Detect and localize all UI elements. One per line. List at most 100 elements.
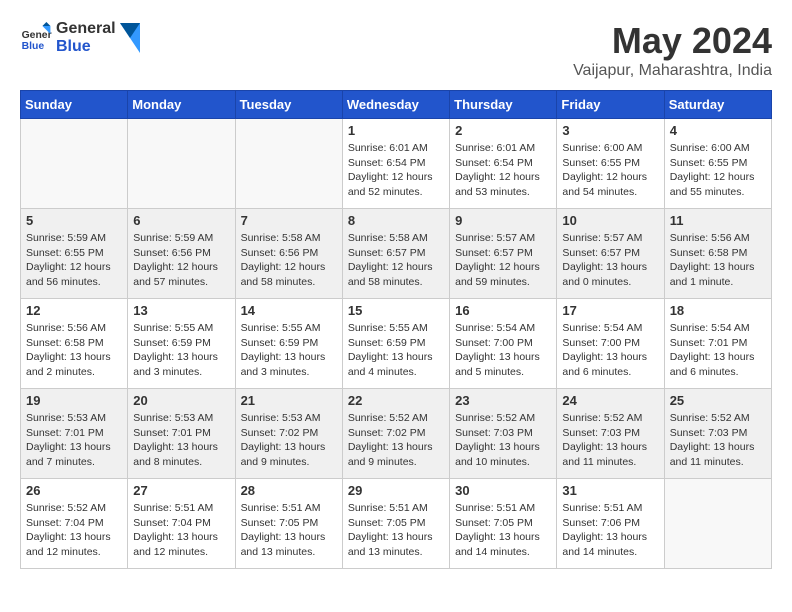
column-header-monday: Monday — [128, 91, 235, 119]
cell-info: Sunrise: 5:55 AMSunset: 6:59 PMDaylight:… — [348, 321, 444, 380]
day-number: 15 — [348, 303, 444, 318]
calendar-cell: 28 Sunrise: 5:51 AMSunset: 7:05 PMDayligh… — [235, 479, 342, 569]
day-number: 18 — [670, 303, 766, 318]
calendar-cell: 12Sunrise: 5:56 AMSunset: 6:58 PMDayligh… — [21, 299, 128, 389]
day-number: 5 — [26, 213, 122, 228]
cell-info: Sunrise: 5:59 AMSunset: 6:56 PMDaylight:… — [133, 231, 229, 290]
day-number: 14 — [241, 303, 337, 318]
calendar-cell — [235, 119, 342, 209]
day-number: 22 — [348, 393, 444, 408]
day-number: 7 — [241, 213, 337, 228]
column-header-tuesday: Tuesday — [235, 91, 342, 119]
calendar-cell: 30 Sunrise: 5:51 AMSunset: 7:05 PMDayligh… — [450, 479, 557, 569]
cell-info: Sunrise: 5:56 AMSunset: 6:58 PMDaylight:… — [670, 231, 766, 290]
day-number: 25 — [670, 393, 766, 408]
day-number: 4 — [670, 123, 766, 138]
svg-text:Blue: Blue — [22, 41, 45, 52]
calendar-cell: 22 Sunrise: 5:52 AMSunset: 7:02 PMDayligh… — [342, 389, 449, 479]
column-header-sunday: Sunday — [21, 91, 128, 119]
calendar-cell — [128, 119, 235, 209]
day-number: 13 — [133, 303, 229, 318]
calendar-cell: 31 Sunrise: 5:51 AMSunset: 7:06 PMDayligh… — [557, 479, 664, 569]
day-number: 21 — [241, 393, 337, 408]
column-header-thursday: Thursday — [450, 91, 557, 119]
column-header-friday: Friday — [557, 91, 664, 119]
calendar-cell: 11 Sunrise: 5:56 AMSunset: 6:58 PMDayligh… — [664, 209, 771, 299]
cell-info: Sunrise: 5:53 AMSunset: 7:01 PMDaylight:… — [133, 411, 229, 470]
day-number: 31 — [562, 483, 658, 498]
day-number: 1 — [348, 123, 444, 138]
calendar-cell: 24Sunrise: 5:52 AMSunset: 7:03 PMDayligh… — [557, 389, 664, 479]
day-number: 8 — [348, 213, 444, 228]
calendar-cell: 6 Sunrise: 5:59 AMSunset: 6:56 PMDaylight… — [128, 209, 235, 299]
calendar-cell: 2 Sunrise: 6:01 AMSunset: 6:54 PMDaylight… — [450, 119, 557, 209]
calendar-cell: 15 Sunrise: 5:55 AMSunset: 6:59 PMDayligh… — [342, 299, 449, 389]
calendar-cell: 9 Sunrise: 5:57 AMSunset: 6:57 PMDaylight… — [450, 209, 557, 299]
day-number: 27 — [133, 483, 229, 498]
cell-info: Sunrise: 5:57 AMSunset: 6:57 PMDaylight:… — [562, 231, 658, 290]
day-number: 11 — [670, 213, 766, 228]
column-header-saturday: Saturday — [664, 91, 771, 119]
cell-info: Sunrise: 5:51 AMSunset: 7:05 PMDaylight:… — [348, 501, 444, 560]
day-number: 16 — [455, 303, 551, 318]
day-number: 2 — [455, 123, 551, 138]
day-number: 29 — [348, 483, 444, 498]
day-number: 26 — [26, 483, 122, 498]
cell-info: Sunrise: 5:51 AMSunset: 7:05 PMDaylight:… — [455, 501, 551, 560]
calendar-week-row: 5 Sunrise: 5:59 AMSunset: 6:55 PMDaylight… — [21, 209, 772, 299]
cell-info: Sunrise: 5:57 AMSunset: 6:57 PMDaylight:… — [455, 231, 551, 290]
cell-info: Sunrise: 5:53 AMSunset: 7:02 PMDaylight:… — [241, 411, 337, 470]
cell-info: Sunrise: 5:51 AMSunset: 7:04 PMDaylight:… — [133, 501, 229, 560]
cell-info: Sunrise: 5:53 AMSunset: 7:01 PMDaylight:… — [26, 411, 122, 470]
cell-info: Sunrise: 5:55 AMSunset: 6:59 PMDaylight:… — [241, 321, 337, 380]
cell-info: Sunrise: 6:01 AMSunset: 6:54 PMDaylight:… — [455, 141, 551, 200]
month-year-title: May 2024 — [573, 20, 772, 62]
cell-info: Sunrise: 5:52 AMSunset: 7:04 PMDaylight:… — [26, 501, 122, 560]
calendar-week-row: 26 Sunrise: 5:52 AMSunset: 7:04 PMDayligh… — [21, 479, 772, 569]
logo-arrow-icon — [120, 23, 140, 53]
calendar-header-row: SundayMondayTuesdayWednesdayThursdayFrid… — [21, 91, 772, 119]
cell-info: Sunrise: 6:00 AMSunset: 6:55 PMDaylight:… — [670, 141, 766, 200]
calendar-cell: 25Sunrise: 5:52 AMSunset: 7:03 PMDayligh… — [664, 389, 771, 479]
page-header: General Blue General Blue May 2024 Vaija… — [20, 20, 772, 80]
calendar-cell: 5 Sunrise: 5:59 AMSunset: 6:55 PMDaylight… — [21, 209, 128, 299]
cell-info: Sunrise: 5:51 AMSunset: 7:06 PMDaylight:… — [562, 501, 658, 560]
cell-info: Sunrise: 5:56 AMSunset: 6:58 PMDaylight:… — [26, 321, 122, 380]
calendar-cell: 21 Sunrise: 5:53 AMSunset: 7:02 PMDayligh… — [235, 389, 342, 479]
calendar-cell: 8Sunrise: 5:58 AMSunset: 6:57 PMDaylight… — [342, 209, 449, 299]
cell-info: Sunrise: 5:51 AMSunset: 7:05 PMDaylight:… — [241, 501, 337, 560]
cell-info: Sunrise: 5:55 AMSunset: 6:59 PMDaylight:… — [133, 321, 229, 380]
calendar-cell: 14 Sunrise: 5:55 AMSunset: 6:59 PMDayligh… — [235, 299, 342, 389]
cell-info: Sunrise: 5:54 AMSunset: 7:00 PMDaylight:… — [562, 321, 658, 380]
day-number: 28 — [241, 483, 337, 498]
calendar-cell: 19Sunrise: 5:53 AMSunset: 7:01 PMDayligh… — [21, 389, 128, 479]
cell-info: Sunrise: 5:52 AMSunset: 7:02 PMDaylight:… — [348, 411, 444, 470]
cell-info: Sunrise: 5:52 AMSunset: 7:03 PMDaylight:… — [455, 411, 551, 470]
calendar-cell: 29 Sunrise: 5:51 AMSunset: 7:05 PMDayligh… — [342, 479, 449, 569]
day-number: 9 — [455, 213, 551, 228]
day-number: 20 — [133, 393, 229, 408]
calendar-cell — [664, 479, 771, 569]
calendar-cell: 7 Sunrise: 5:58 AMSunset: 6:56 PMDaylight… — [235, 209, 342, 299]
calendar-week-row: 19Sunrise: 5:53 AMSunset: 7:01 PMDayligh… — [21, 389, 772, 479]
cell-info: Sunrise: 5:59 AMSunset: 6:55 PMDaylight:… — [26, 231, 122, 290]
cell-info: Sunrise: 6:00 AMSunset: 6:55 PMDaylight:… — [562, 141, 658, 200]
day-number: 23 — [455, 393, 551, 408]
cell-info: Sunrise: 5:58 AMSunset: 6:56 PMDaylight:… — [241, 231, 337, 290]
day-number: 3 — [562, 123, 658, 138]
day-number: 30 — [455, 483, 551, 498]
calendar-cell: 13 Sunrise: 5:55 AMSunset: 6:59 PMDayligh… — [128, 299, 235, 389]
day-number: 10 — [562, 213, 658, 228]
calendar-cell: 17Sunrise: 5:54 AMSunset: 7:00 PMDayligh… — [557, 299, 664, 389]
title-block: May 2024 Vaijapur, Maharashtra, India — [573, 20, 772, 80]
calendar-cell: 23 Sunrise: 5:52 AMSunset: 7:03 PMDayligh… — [450, 389, 557, 479]
day-number: 6 — [133, 213, 229, 228]
calendar-week-row: 1 Sunrise: 6:01 AMSunset: 6:54 PMDaylight… — [21, 119, 772, 209]
logo-text-blue: Blue — [56, 38, 116, 56]
calendar-week-row: 12Sunrise: 5:56 AMSunset: 6:58 PMDayligh… — [21, 299, 772, 389]
logo-icon: General Blue — [20, 22, 52, 54]
calendar-cell: 18Sunrise: 5:54 AMSunset: 7:01 PMDayligh… — [664, 299, 771, 389]
column-header-wednesday: Wednesday — [342, 91, 449, 119]
svg-text:General: General — [22, 30, 52, 41]
calendar-cell: 20 Sunrise: 5:53 AMSunset: 7:01 PMDayligh… — [128, 389, 235, 479]
